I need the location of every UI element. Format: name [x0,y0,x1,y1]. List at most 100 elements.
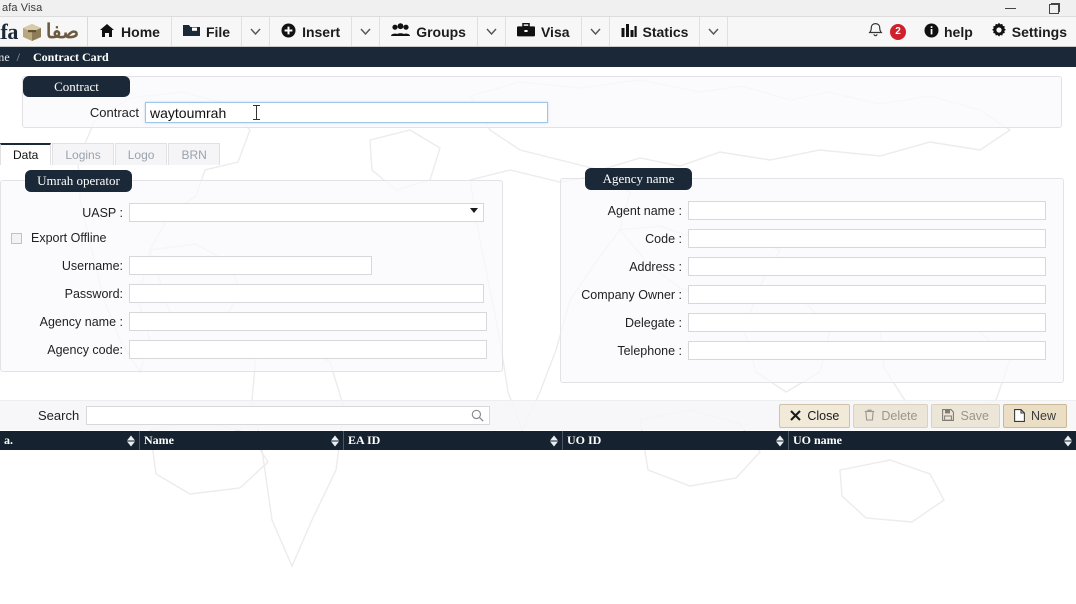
new-button-label: New [1030,409,1056,423]
window-titlebar: afa Visa [0,0,1076,17]
company-owner-input[interactable] [688,285,1046,304]
breadcrumb-current: Contract Card [33,49,109,64]
nav-caret-statics[interactable] [700,17,729,46]
action-button-group: Close Delete Save New [779,404,1067,428]
nav-item-groups[interactable]: Groups [380,17,478,46]
code-input[interactable] [688,229,1046,248]
navbar-right-group: 2 help Settings [859,17,1076,46]
telephone-label: Telephone : [617,343,682,358]
plus-circle-icon [281,23,296,41]
column-header-a-label: a. [4,433,13,447]
company-owner-row: Company Owner : [561,285,1063,304]
text-cursor-ibeam [253,105,260,120]
password-row: Password: [1,284,502,303]
info-icon [924,23,939,41]
results-table-body [0,450,1076,604]
nav-item-visa[interactable]: Visa [506,17,582,46]
agency-code-input[interactable] [129,340,487,359]
agent-name-row: Agent name : [561,201,1063,220]
column-header-uo-id-label: UO ID [567,433,602,447]
uasp-label: UASP : [82,205,123,220]
agency-panel: Agency name Agent name : Code : Address … [560,168,1064,383]
export-offline-label: Export Offline [31,231,107,245]
chevron-down-icon [589,28,601,35]
sort-indicator[interactable] [550,435,558,446]
x-icon [790,409,802,423]
uasp-select[interactable] [129,203,484,222]
sort-indicator[interactable] [776,435,784,446]
column-header-name-label: Name [144,433,174,447]
password-input[interactable] [129,284,484,303]
nav-item-file[interactable]: File [172,17,243,46]
window-controls [988,0,1076,17]
tab-logins[interactable]: Logins [52,143,114,165]
results-table-header: a. Name EA ID UO ID UO name [0,431,1076,450]
nav-caret-file[interactable] [242,17,271,46]
telephone-input[interactable] [688,341,1046,360]
tab-brn[interactable]: BRN [168,143,220,165]
nav-caret-insert[interactable] [352,17,381,46]
action-bar: Search Close Delete Save New [0,400,1076,430]
contract-input[interactable] [145,102,548,123]
delegate-label: Delegate : [625,315,682,330]
search-label: Search [38,408,80,423]
home-icon [99,23,115,41]
magnifier-icon[interactable] [471,409,484,425]
address-input[interactable] [688,257,1046,276]
help-button[interactable]: help [915,17,982,46]
restore-button[interactable] [1032,0,1076,17]
nav-caret-visa[interactable] [582,17,610,46]
company-owner-label: Company Owner : [581,287,682,302]
app-logo[interactable]: afa صفا [0,17,89,46]
column-header-ea-id[interactable]: EA ID [344,431,563,450]
save-button[interactable]: Save [931,404,1000,428]
username-input[interactable] [129,256,372,275]
folder-icon [182,23,200,40]
contract-field-row: Contract [23,102,1061,123]
help-label: help [943,23,973,40]
agent-name-input[interactable] [688,201,1046,220]
search-wrapper [86,406,491,425]
uasp-select-wrapper [129,203,484,222]
form-tabs: Data Logins Logo BRN [0,143,221,165]
address-row: Address : [561,257,1063,276]
logo-arabic-text: صفا [45,21,80,43]
tab-data[interactable]: Data [0,143,52,165]
minimize-button[interactable] [988,0,1032,17]
contract-panel-title: Contract [23,76,130,97]
notifications-button[interactable]: 2 [859,17,915,46]
new-button[interactable]: New [1002,404,1067,428]
column-header-uo-name[interactable]: UO name [789,431,1076,450]
nav-caret-groups[interactable] [478,17,506,46]
agency-name-input[interactable] [129,312,487,331]
nav-item-insert-label: Insert [302,23,341,40]
column-header-uo-id[interactable]: UO ID [563,431,789,450]
sort-indicator[interactable] [331,435,339,446]
export-offline-row[interactable]: Export Offline [11,231,502,245]
agent-name-label: Agent name : [607,203,682,218]
settings-button[interactable]: Settings [982,17,1076,46]
nav-item-insert[interactable]: Insert [270,17,353,46]
application-window: afa Visa afa صفا [0,0,1076,604]
breadcrumb-home[interactable]: me [0,50,13,65]
delegate-input[interactable] [688,313,1046,332]
export-offline-checkbox[interactable] [11,232,22,244]
sort-indicator[interactable] [127,435,135,446]
nav-item-statics[interactable]: Statics [610,17,701,46]
delegate-row: Delegate : [561,313,1063,332]
search-input[interactable] [86,406,491,425]
delete-button[interactable]: Delete [853,404,929,428]
sort-indicator[interactable] [1064,435,1072,446]
close-button[interactable]: Close [779,404,851,428]
agency-name-label: Agency name : [39,314,123,329]
contract-card-panel: Contract Contract [22,76,1062,128]
telephone-row: Telephone : [561,341,1063,360]
nav-item-home[interactable]: Home [88,17,172,46]
column-header-a[interactable]: a. [0,431,140,450]
delete-button-label: Delete [881,409,918,423]
agency-code-row: Agency code: [1,340,502,359]
column-header-name[interactable]: Name [140,431,344,450]
breadcrumb: me / Contract Card [0,47,1076,67]
tab-logo[interactable]: Logo [114,143,168,165]
breadcrumb-separator: / [16,49,21,64]
